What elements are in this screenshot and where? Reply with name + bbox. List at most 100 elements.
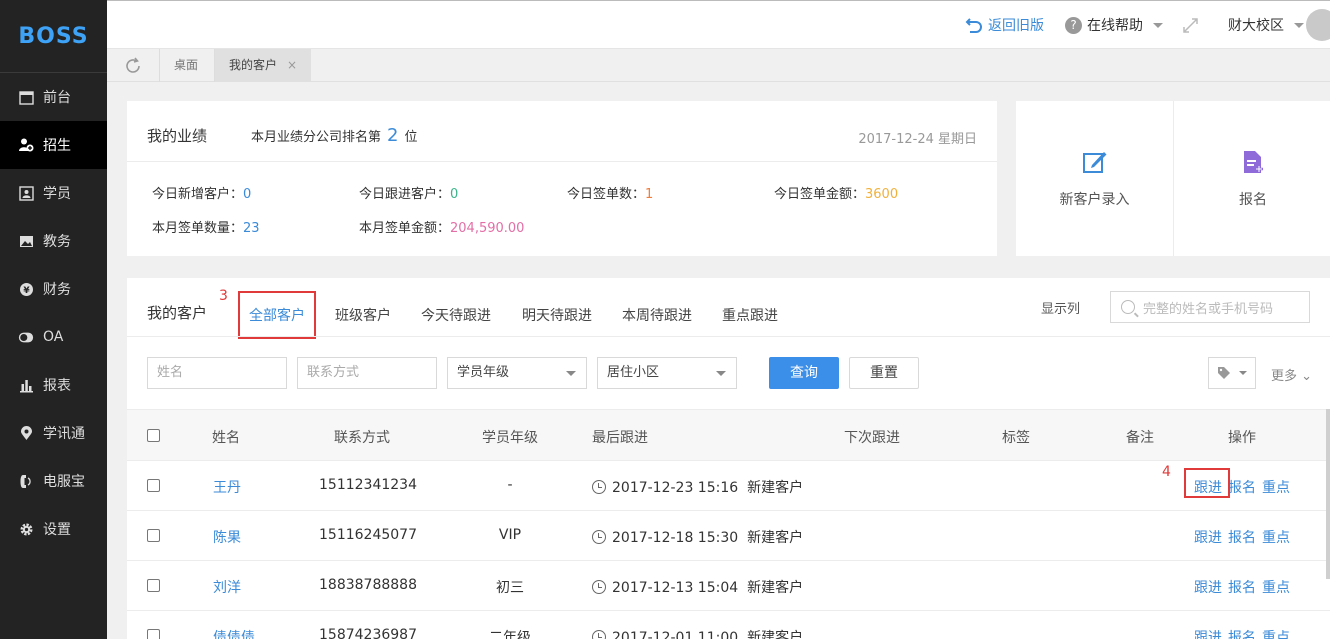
sidebar-item-label: 报表	[43, 378, 71, 394]
enroll-link[interactable]: 报名	[1228, 577, 1256, 597]
follow-up-link[interactable]: 跟进	[1194, 577, 1222, 597]
customer-tab-2[interactable]: 今天待跟进	[421, 305, 491, 325]
stat-new-today: 今日新增客户：0	[152, 187, 252, 202]
community-select[interactable]: 居住小区	[597, 357, 737, 389]
grade-cell: -	[507, 477, 513, 493]
follow-up-link[interactable]: 跟进	[1194, 627, 1222, 639]
campus-selector[interactable]: 财大校区	[1228, 15, 1304, 35]
table-row: 刘洋 18838788888 初三 2017-12-13 15:04 新建客户 跟进 报名…	[127, 561, 1330, 611]
tag-filter-button[interactable]	[1208, 357, 1256, 389]
customer-name-link[interactable]: 陈果	[213, 527, 241, 547]
edit-icon	[1082, 152, 1106, 173]
sidebar-item-label: 学员	[43, 186, 71, 202]
last-followup-cell: 2017-12-18 15:30 新建客户	[592, 527, 803, 547]
chevron-down-icon	[1294, 22, 1304, 28]
customers-panel: 我的客户 3 全部客户 班级客户 今天待跟进 明天待跟进 本周待跟进 重点跟进 显示列 完…	[127, 278, 1330, 639]
select-all-checkbox[interactable]	[147, 429, 160, 442]
phone-cell: 15874236987	[319, 627, 417, 639]
customer-tab-5[interactable]: 重点跟进	[722, 305, 778, 325]
contact-filter-input[interactable]: 联系方式	[297, 357, 437, 389]
query-button[interactable]: 查询	[769, 357, 839, 389]
enroll-link[interactable]: 报名	[1228, 477, 1256, 497]
avatar[interactable]	[1306, 9, 1330, 41]
grade-cell: 初三	[496, 580, 524, 596]
enroll-link[interactable]: 报名	[1228, 627, 1256, 639]
clock-icon	[592, 630, 606, 639]
new-customer-button[interactable]: 新客户录入	[1016, 101, 1174, 256]
key-follow-link[interactable]: 重点	[1262, 577, 1290, 597]
document-add-icon	[1244, 151, 1263, 173]
table-header: 姓名 联系方式 学员年级 最后跟进 下次跟进 标签 备注 操作	[127, 409, 1330, 461]
back-old-version-link[interactable]: 返回旧版	[965, 15, 1044, 35]
sidebar-item-3[interactable]: 教务	[0, 217, 107, 265]
campus-label: 财大校区	[1228, 18, 1284, 34]
sidebar-item-label: 学讯通	[43, 426, 85, 442]
divider	[127, 161, 997, 162]
question-icon: ?	[1065, 16, 1082, 34]
annotation-number: 3	[219, 288, 228, 304]
bar-chart-icon	[18, 377, 34, 393]
tab-home[interactable]: 桌面	[159, 49, 212, 82]
follow-up-link[interactable]: 跟进	[1194, 527, 1222, 547]
sidebar-item-6[interactable]: 报表	[0, 361, 107, 409]
yen-coin-icon: ¥	[18, 281, 34, 297]
grade-select[interactable]: 学员年级	[447, 357, 587, 389]
online-help-label: 在线帮助	[1087, 18, 1143, 34]
fullscreen-button[interactable]	[1182, 17, 1199, 34]
row-checkbox[interactable]	[147, 529, 160, 542]
rank-text: 本月业绩分公司排名第 2 位	[251, 125, 418, 146]
calendar-icon	[18, 89, 34, 105]
customer-tab-4[interactable]: 本周待跟进	[622, 305, 692, 325]
key-follow-link[interactable]: 重点	[1262, 527, 1290, 547]
sidebar-item-9[interactable]: 设置	[0, 505, 107, 553]
column-header: 标签	[1002, 430, 1030, 446]
customers-title: 我的客户	[147, 304, 208, 322]
key-follow-link[interactable]: 重点	[1262, 477, 1290, 497]
customer-name-link[interactable]: 刘洋	[213, 577, 241, 597]
more-filters-button[interactable]: 更多 ⌄	[1271, 365, 1312, 384]
close-icon[interactable]: ×	[287, 58, 297, 72]
chevron-down-icon	[566, 371, 576, 376]
enroll-label: 报名	[1239, 192, 1267, 208]
column-header: 最后跟进	[592, 430, 648, 446]
highlight-box	[1184, 468, 1230, 498]
last-followup-cell: 2017-12-13 15:04 新建客户	[592, 577, 803, 597]
reset-button[interactable]: 重置	[849, 357, 919, 389]
enroll-link[interactable]: 报名	[1228, 527, 1256, 547]
sidebar-item-4[interactable]: ¥ 财务	[0, 265, 107, 313]
enroll-button[interactable]: 报名	[1174, 101, 1330, 256]
sidebar-item-8[interactable]: 电服宝	[0, 457, 107, 505]
sidebar-item-label: 设置	[43, 522, 71, 538]
sidebar-item-2[interactable]: 学员	[0, 169, 107, 217]
last-followup-cell: 2017-12-23 15:16 新建客户	[592, 477, 803, 497]
name-filter-input[interactable]: 姓名	[147, 357, 287, 389]
sidebar-item-1[interactable]: 招生	[0, 121, 107, 169]
row-checkbox[interactable]	[147, 479, 160, 492]
key-follow-link[interactable]: 重点	[1262, 627, 1290, 639]
sidebar-item-7[interactable]: 学讯通	[0, 409, 107, 457]
row-checkbox[interactable]	[147, 629, 160, 639]
sidebar-item-5[interactable]: OA	[0, 313, 107, 361]
show-columns-button[interactable]: 显示列	[1041, 298, 1080, 317]
stat-followup-today: 今日跟进客户：0	[359, 187, 459, 202]
expand-icon	[1183, 18, 1198, 33]
grade-cell: 二年级	[489, 630, 531, 639]
grade-cell: VIP	[498, 527, 522, 543]
customer-name-link[interactable]: 债债债	[213, 627, 255, 639]
clock-icon	[592, 480, 606, 494]
refresh-icon[interactable]	[124, 57, 142, 75]
search-input[interactable]: 完整的姓名或手机号码	[1110, 291, 1310, 323]
customer-name-link[interactable]: 王丹	[213, 477, 241, 497]
phone-cell: 15112341234	[319, 477, 417, 493]
scrollbar[interactable]	[1326, 409, 1330, 579]
row-checkbox[interactable]	[147, 579, 160, 592]
sidebar-item-0[interactable]: 前台	[0, 73, 107, 121]
id-card-icon	[18, 185, 34, 201]
customer-tab-1[interactable]: 班级客户	[335, 305, 391, 325]
online-help-menu[interactable]: ? 在线帮助	[1065, 15, 1163, 35]
customer-tab-3[interactable]: 明天待跟进	[522, 305, 592, 325]
add-user-icon	[18, 137, 34, 153]
app-logo[interactable]: BOSS	[0, 0, 107, 73]
tab-my-customers[interactable]: 我的客户 ×	[214, 49, 312, 82]
current-date: 2017-12-24 星期日	[858, 132, 977, 147]
